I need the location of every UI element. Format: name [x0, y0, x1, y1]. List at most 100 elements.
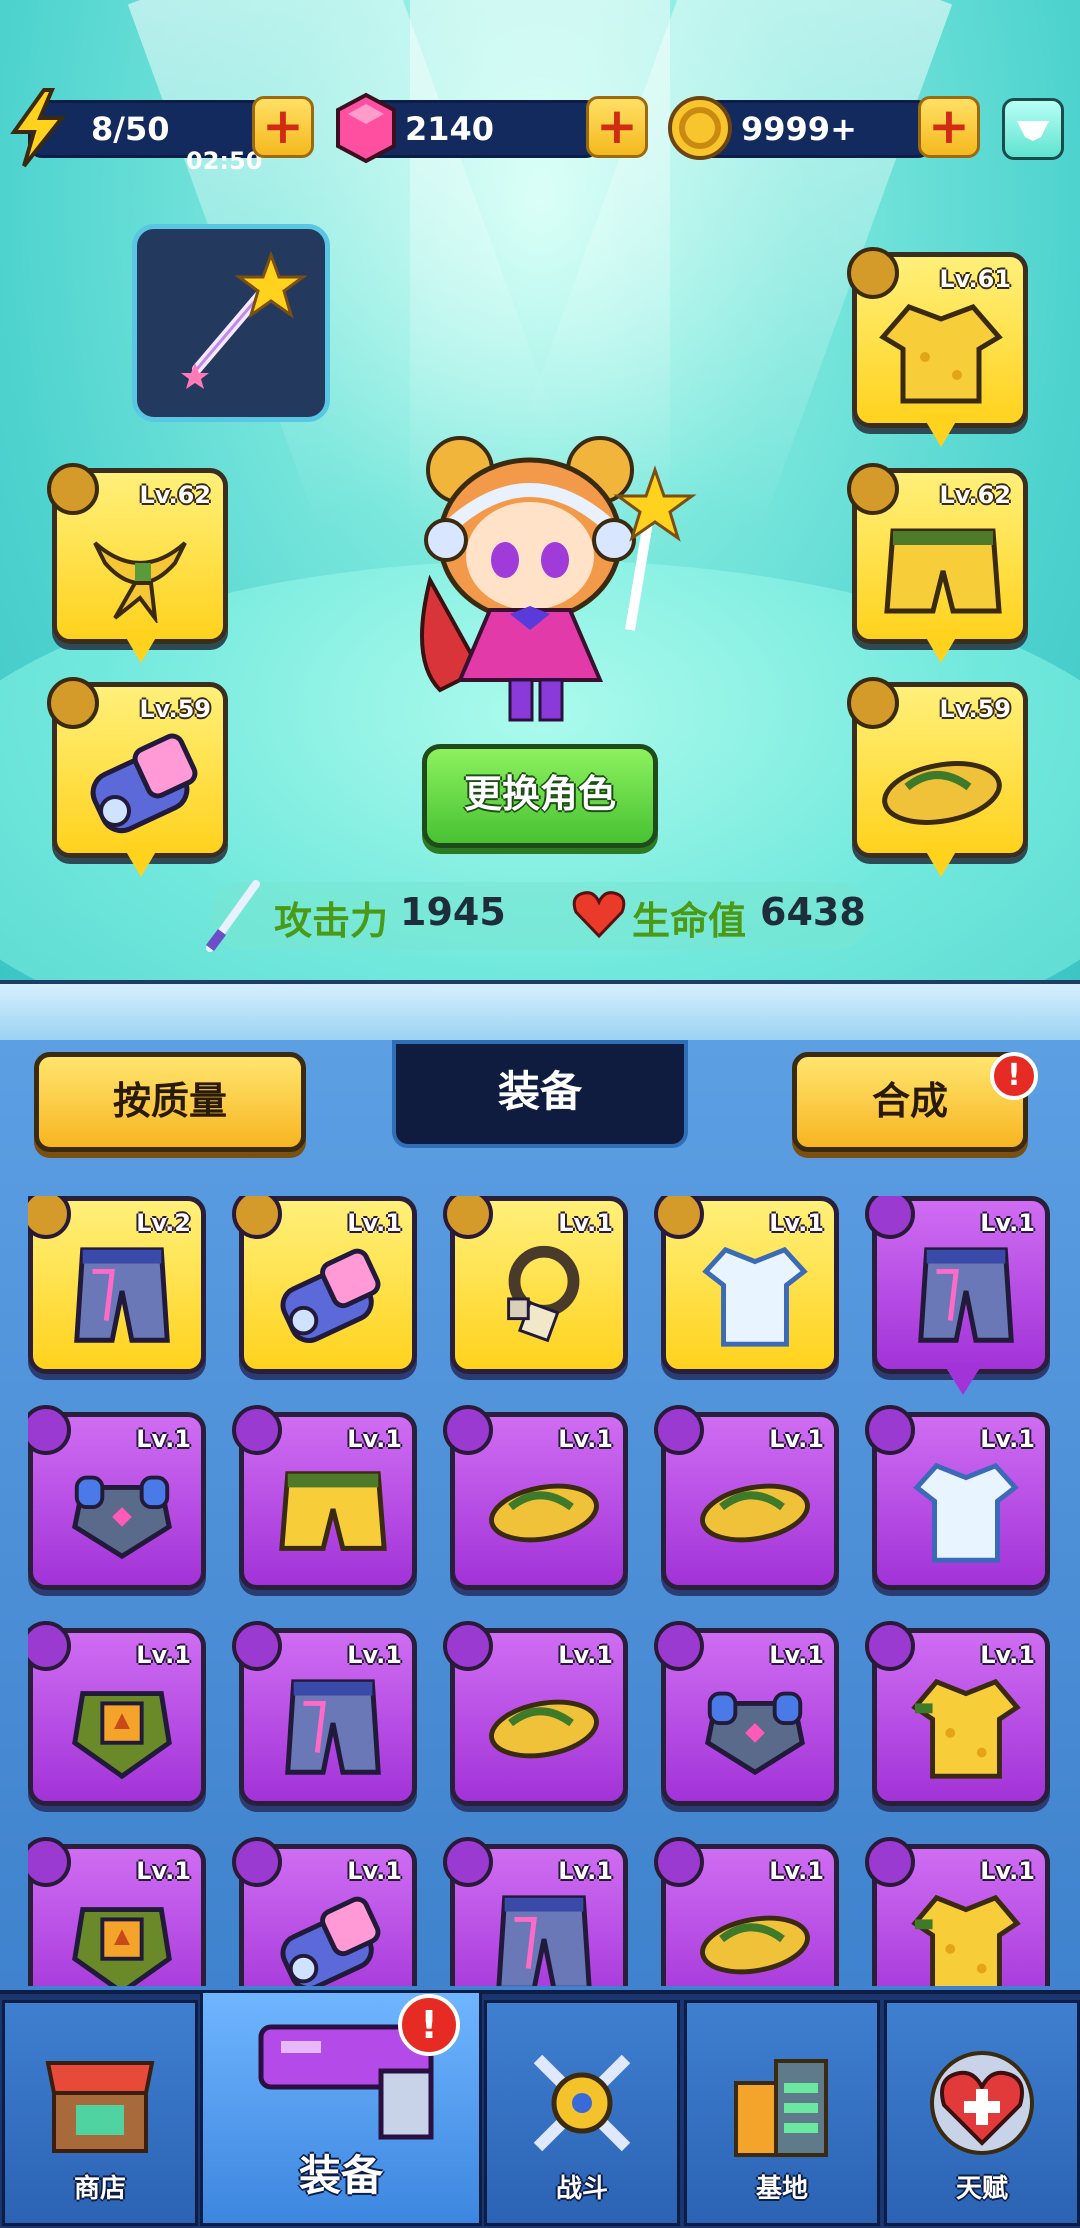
- diamond-shop-button[interactable]: [1002, 98, 1064, 160]
- crossed-swords-icon: [533, 2054, 631, 2152]
- lightning-icon: [10, 88, 67, 168]
- necklace-icon: [507, 1245, 580, 1343]
- shoes-icon: [700, 1483, 810, 1543]
- hero-stats: 攻击力 1945 生命值 6438: [206, 880, 870, 952]
- energy-value: 8/50: [91, 110, 170, 148]
- shirt-type-icon: [654, 1196, 704, 1239]
- item-level: Lv.1: [136, 1641, 191, 1669]
- item-level: Lv.1: [980, 1209, 1035, 1237]
- weapon-slot[interactable]: [132, 224, 330, 422]
- nav-shop-label: 商店: [73, 2174, 126, 2204]
- inventory-item[interactable]: Lv.2: [28, 1196, 206, 1374]
- nav-battle[interactable]: 战斗: [484, 2000, 680, 2226]
- shorts-type-icon: [847, 463, 899, 515]
- inventory-item[interactable]: Lv.1: [232, 1837, 417, 1986]
- inventory-item[interactable]: Lv.1: [443, 1196, 628, 1374]
- nav-talent[interactable]: 天赋: [884, 2000, 1080, 2226]
- inventory-item[interactable]: Lv.1: [654, 1405, 839, 1590]
- flip-flop-icon: [882, 761, 1002, 825]
- inventory-item[interactable]: Lv.1: [443, 1405, 628, 1590]
- pants-type-icon: [232, 1621, 282, 1671]
- inventory-item[interactable]: Lv.1: [865, 1621, 1050, 1806]
- equip-slot-shirt[interactable]: Lv.61: [847, 247, 1028, 447]
- change-character-button[interactable]: 更换角色: [422, 744, 658, 848]
- add-energy-button[interactable]: +: [252, 96, 314, 158]
- equip-slot-necklace[interactable]: Lv.62: [47, 463, 228, 663]
- bottom-nav: 商店 装备 ! 战斗 基地 天赋: [0, 1990, 1080, 2228]
- equip-slot-shoes[interactable]: Lv.59: [847, 677, 1028, 877]
- equip-slot-gloves[interactable]: Lv.59: [47, 677, 228, 877]
- inventory-item[interactable]: Lv.1: [232, 1405, 417, 1590]
- slot-level: Lv.61: [939, 265, 1012, 293]
- add-gems-button[interactable]: +: [586, 96, 648, 158]
- item-level: Lv.1: [558, 1209, 613, 1237]
- gloves-icon: [280, 1896, 381, 1986]
- inventory-item[interactable]: Lv.1: [28, 1405, 206, 1590]
- armor-green-type-icon: [28, 1837, 71, 1887]
- inventory-item[interactable]: Lv.1: [232, 1621, 417, 1806]
- item-level: Lv.2: [136, 1209, 191, 1237]
- sort-by-quality-button[interactable]: 按质量: [34, 1052, 306, 1152]
- gem-value: 2140: [405, 110, 495, 148]
- tab-equipment[interactable]: 装备: [392, 1040, 688, 1148]
- inventory-item[interactable]: Lv.1: [654, 1621, 839, 1806]
- shoes-type-icon: [654, 1405, 704, 1455]
- hp-label: 生命值: [632, 899, 747, 943]
- shorts-icon: [884, 528, 1002, 614]
- inventory-item[interactable]: Lv.1: [865, 1196, 1050, 1395]
- armor-icon: [72, 1475, 172, 1560]
- inventory-item[interactable]: Lv.1: [654, 1837, 839, 1986]
- attack-value: 1945: [400, 890, 506, 934]
- gloves-type-icon: [232, 1837, 282, 1887]
- item-level: Lv.1: [769, 1857, 824, 1885]
- panel-divider: [0, 980, 1080, 1044]
- pants-type-icon: [443, 1837, 493, 1887]
- resource-bar: 8/50 02:50 + 2140 + 9999+ +: [0, 88, 1080, 175]
- pants-type-icon: [865, 1196, 915, 1239]
- equip-slot-shorts[interactable]: Lv.62: [847, 463, 1028, 663]
- diamond-icon: [1017, 121, 1049, 141]
- nav-shop[interactable]: 商店: [2, 2000, 198, 2226]
- slot-level: Lv.59: [139, 695, 212, 723]
- coin-icon: [668, 96, 732, 160]
- inventory-item[interactable]: Lv.1: [865, 1405, 1050, 1590]
- shirt-type-icon: [865, 1405, 915, 1455]
- hawaiian-shirt-icon: [879, 304, 1003, 404]
- shoes-type-icon: [847, 677, 899, 729]
- item-level: Lv.1: [980, 1641, 1035, 1669]
- nav-talent-label: 天赋: [955, 2174, 1008, 2204]
- shoes-icon: [489, 1699, 599, 1759]
- inventory-item[interactable]: Lv.1: [443, 1837, 628, 1986]
- item-level: Lv.1: [136, 1425, 191, 1453]
- coin-value: 9999+: [741, 110, 857, 148]
- shirt-type-icon: [847, 247, 899, 299]
- nav-battle-label: 战斗: [555, 2174, 608, 2204]
- nav-base[interactable]: 基地: [684, 2000, 880, 2226]
- pants-icon: [74, 1247, 170, 1343]
- add-coins-button[interactable]: +: [918, 96, 980, 158]
- inventory-item[interactable]: Lv.1: [28, 1837, 206, 1986]
- item-level: Lv.1: [136, 1857, 191, 1885]
- inventory-item[interactable]: Lv.1: [654, 1196, 839, 1374]
- merge-alert-badge: !: [990, 1052, 1038, 1100]
- shirt-yellow-type-icon: [865, 1621, 915, 1671]
- armor-type-icon: [654, 1621, 704, 1671]
- item-level: Lv.1: [769, 1209, 824, 1237]
- shoes-type-icon: [443, 1621, 493, 1671]
- gloves-icon: [280, 1248, 381, 1343]
- inventory-item[interactable]: Lv.1: [443, 1621, 628, 1806]
- shirt-yellow-icon: [911, 1678, 1021, 1779]
- nav-base-label: 基地: [755, 2174, 808, 2204]
- item-level: Lv.1: [980, 1857, 1035, 1885]
- energy-timer: 02:50: [186, 147, 263, 175]
- inventory-item[interactable]: Lv.1: [865, 1837, 1050, 1986]
- inventory-item[interactable]: Lv.1: [28, 1621, 206, 1806]
- shirt-yellow-type-icon: [865, 1837, 915, 1887]
- star-wand-icon: [181, 250, 308, 389]
- inventory-item[interactable]: Lv.1: [232, 1196, 417, 1374]
- armor-icon: [705, 1691, 805, 1776]
- sword-icon: [206, 880, 260, 952]
- item-level: Lv.1: [558, 1857, 613, 1885]
- item-level: Lv.1: [769, 1425, 824, 1453]
- necklace-type-icon: [47, 463, 99, 515]
